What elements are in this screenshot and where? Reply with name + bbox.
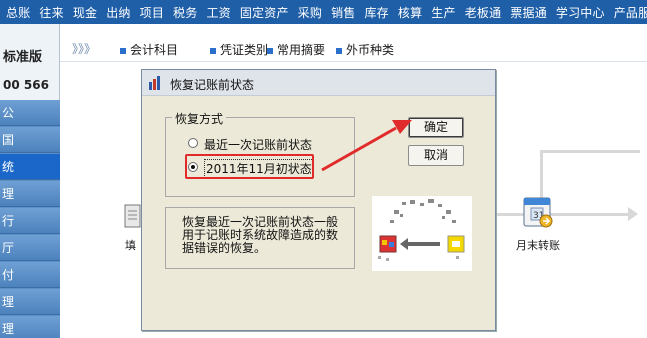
sub-toolbar: 》》》 会计科目 凭证类别 常用摘要 外币种类 [60,34,647,62]
workflow-label: 填 [125,239,136,252]
sidebar-brand: 标准版 00 566 [0,24,60,100]
top-menu-bar: 总账 往来 现金 出纳 项目 税务 工资 固定资产 采购 销售 库存 核算 生产… [0,0,647,24]
month-end-calendar-icon[interactable]: 31 [521,193,555,229]
menu-item[interactable]: 老板通 [465,4,502,21]
sidebar-item[interactable]: 公 [0,100,60,126]
restore-dialog: 恢复记账前状态 恢复方式 最近一次记账前状态 2011年11月初状态 确定 取消… [141,69,496,331]
menu-item[interactable]: 固定资产 [240,4,289,21]
sidebar-item[interactable]: 行 [0,208,60,234]
menu-item[interactable]: 总账 [6,4,30,21]
tab-voucher-types[interactable]: 凭证类别 [210,41,268,58]
annotation-highlight-box [185,154,314,179]
bullet-icon [336,47,342,54]
expand-chevron-icon[interactable]: 》》》 [72,40,96,57]
flow-arrow-icon [628,207,638,221]
voucher-doc-icon[interactable] [124,203,142,229]
month-end-transfer-label[interactable]: 月末转账 [516,237,560,253]
restore-illustration-icon [372,196,472,271]
sidebar-item[interactable]: 理 [0,289,60,315]
sidebar-item[interactable]: 厅 [0,235,60,261]
menu-item[interactable]: 往来 [39,4,63,21]
tab-label: 凭证类别 [220,43,269,57]
tab-label: 外币种类 [346,43,395,57]
phone-label: 00 566 [3,78,49,92]
ok-button[interactable]: 确定 [408,117,464,138]
app-icon [149,76,160,90]
edition-label: 标准版 [3,50,43,65]
menu-item[interactable]: 生产 [431,4,455,21]
flow-connector [490,213,630,216]
description-text: 恢复最近一次记账前状态一般用于记账时系统故障造成的数据错误的恢复。 [182,215,339,255]
menu-item[interactable]: 票据通 [510,4,547,21]
dialog-title: 恢复记账前状态 [170,78,255,92]
menu-item[interactable]: 出纳 [106,4,130,21]
radio-last-posting[interactable] [188,138,198,148]
group-label: 恢复方式 [172,110,227,127]
bullet-icon [120,47,126,54]
menu-item[interactable]: 核算 [398,4,422,21]
menu-item[interactable]: 销售 [331,4,355,21]
menu-item[interactable]: 工资 [206,4,230,21]
sidebar-item[interactable]: 理 [0,181,60,207]
sidebar-item[interactable]: 国 [0,127,60,153]
sidebar-item[interactable]: 理 [0,316,60,338]
tab-foreign-currency[interactable]: 外币种类 [336,41,394,58]
menu-item[interactable]: 库存 [364,4,388,21]
menu-item[interactable]: 学习中心 [556,4,605,21]
menu-item[interactable]: 产品服务 [614,4,647,21]
sidebar-item[interactable]: 付 [0,262,60,288]
tab-label: 会计科目 [130,43,179,57]
tab-common-summary[interactable]: 常用摘要 [267,41,325,58]
dialog-titlebar[interactable]: 恢复记账前状态 [142,70,495,96]
menu-item[interactable]: 项目 [140,4,164,21]
option-last-posting-label[interactable]: 最近一次记账前状态 [204,136,312,153]
menu-item[interactable]: 现金 [73,4,97,21]
sidebar-nav: 公 国 统 理 行 厅 付 理 理 [0,100,60,338]
menu-item[interactable]: 采购 [298,4,322,21]
menu-item[interactable]: 税务 [173,4,197,21]
bullet-icon [267,47,273,54]
sidebar-item-active[interactable]: 统 [0,154,60,180]
bullet-icon [210,47,216,54]
tab-accounting-subjects[interactable]: 会计科目 [120,41,178,58]
tab-label: 常用摘要 [277,43,326,57]
cancel-button[interactable]: 取消 [408,145,464,166]
flow-connector [540,150,640,153]
